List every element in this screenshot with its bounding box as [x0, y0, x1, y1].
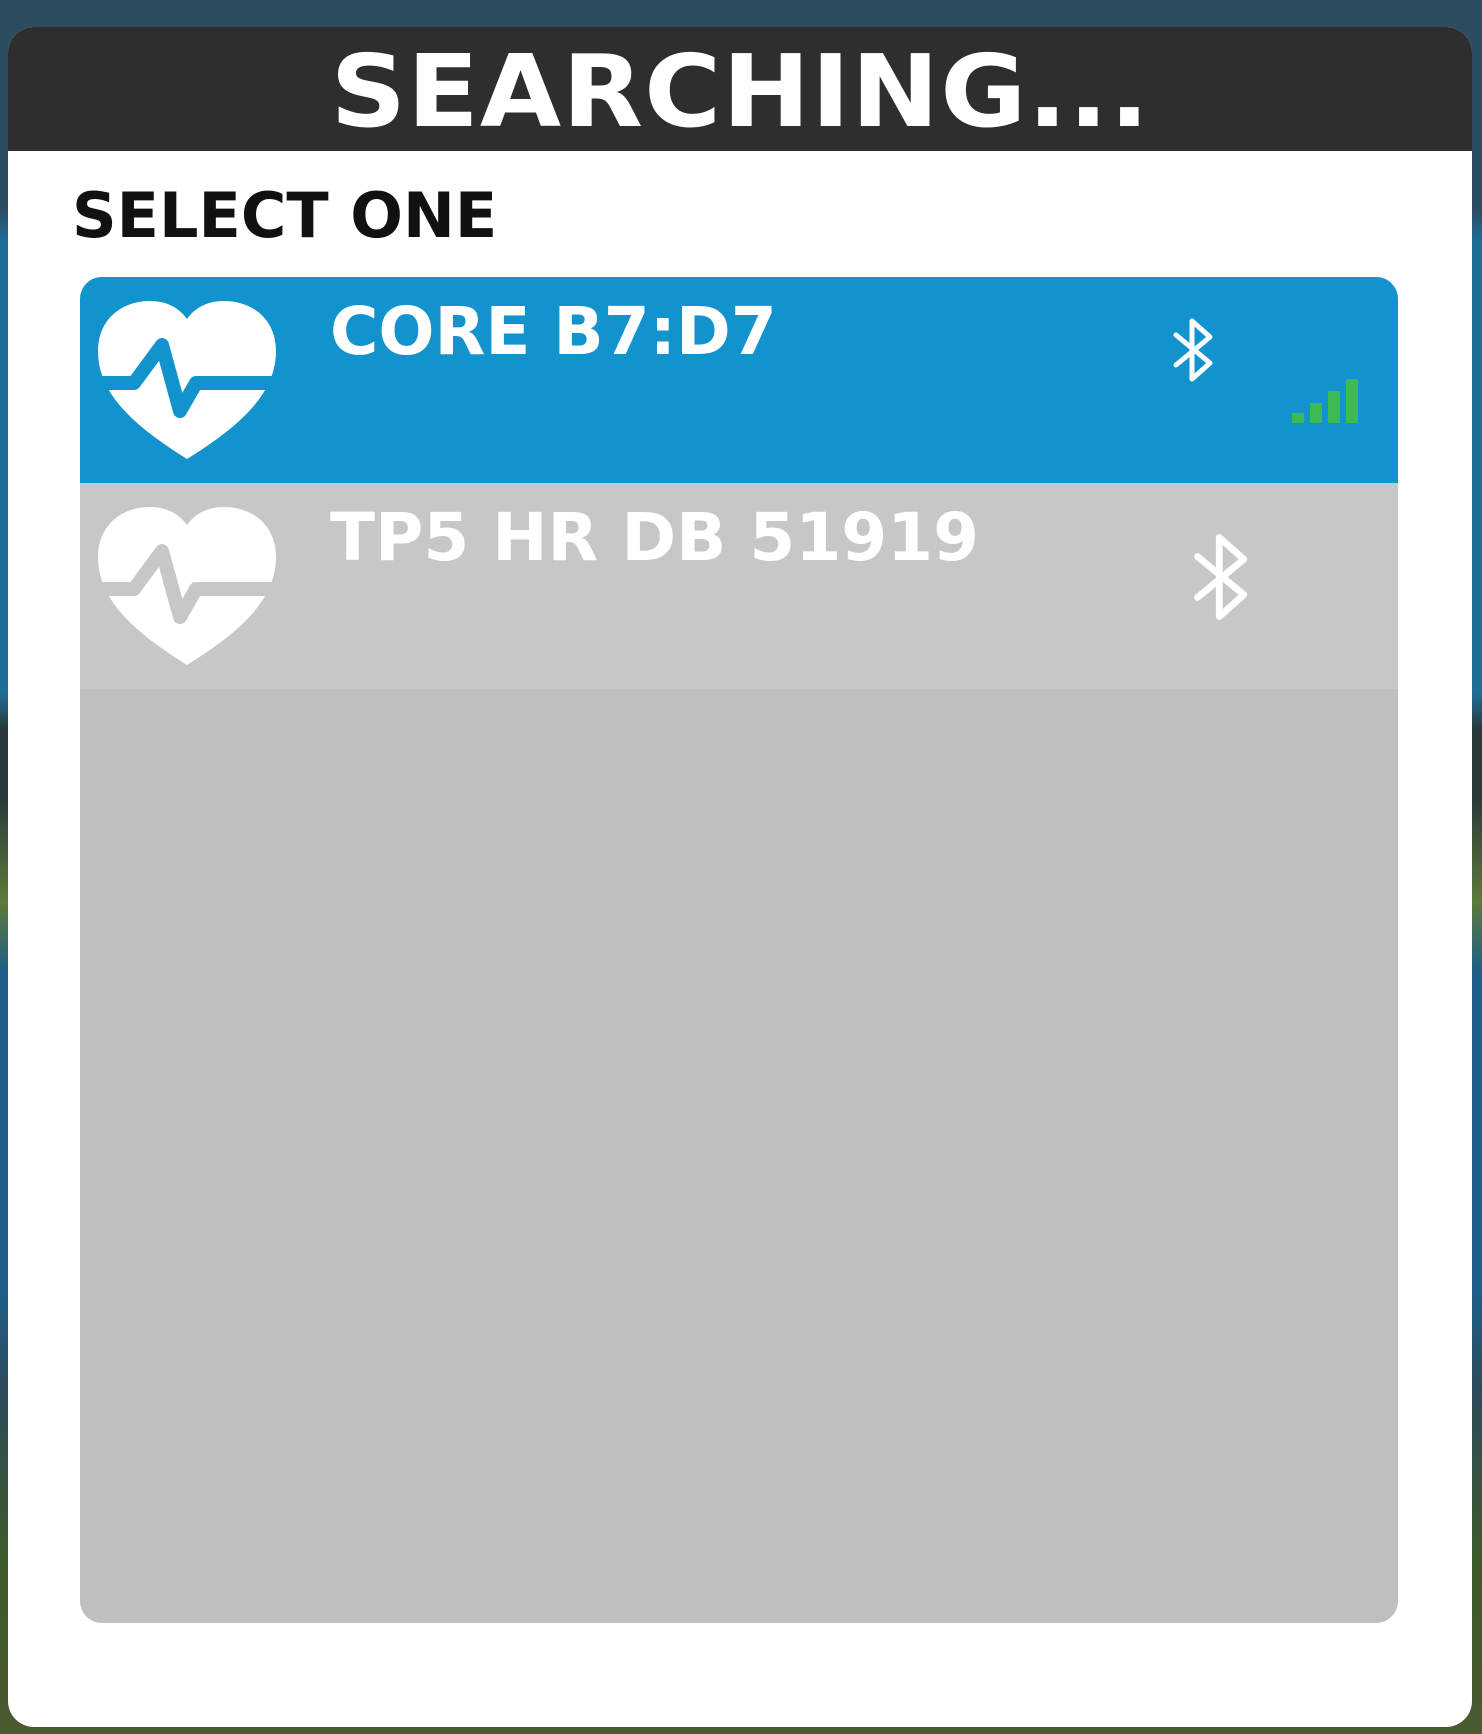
- device-search-dialog: SEARCHING... SELECT ONE CORE B7:D7 TP5 H…: [8, 27, 1472, 1727]
- heart-rate-icon: [96, 301, 278, 459]
- device-row-core-b7-d7[interactable]: CORE B7:D7: [80, 277, 1398, 483]
- device-name: TP5 HR DB 51919: [330, 499, 980, 576]
- device-row-tp5-hr[interactable]: TP5 HR DB 51919: [80, 483, 1398, 689]
- dialog-subtitle: SELECT ONE: [72, 179, 498, 252]
- bluetooth-icon: [1173, 318, 1213, 382]
- bluetooth-icon: [1194, 534, 1248, 620]
- device-name: CORE B7:D7: [330, 293, 777, 370]
- signal-strength-icon: [1292, 379, 1358, 423]
- device-list[interactable]: CORE B7:D7 TP5 HR DB 51919: [80, 277, 1398, 1623]
- heart-rate-icon: [96, 507, 278, 665]
- dialog-titlebar: SEARCHING...: [8, 27, 1472, 151]
- dialog-title: SEARCHING...: [330, 33, 1150, 150]
